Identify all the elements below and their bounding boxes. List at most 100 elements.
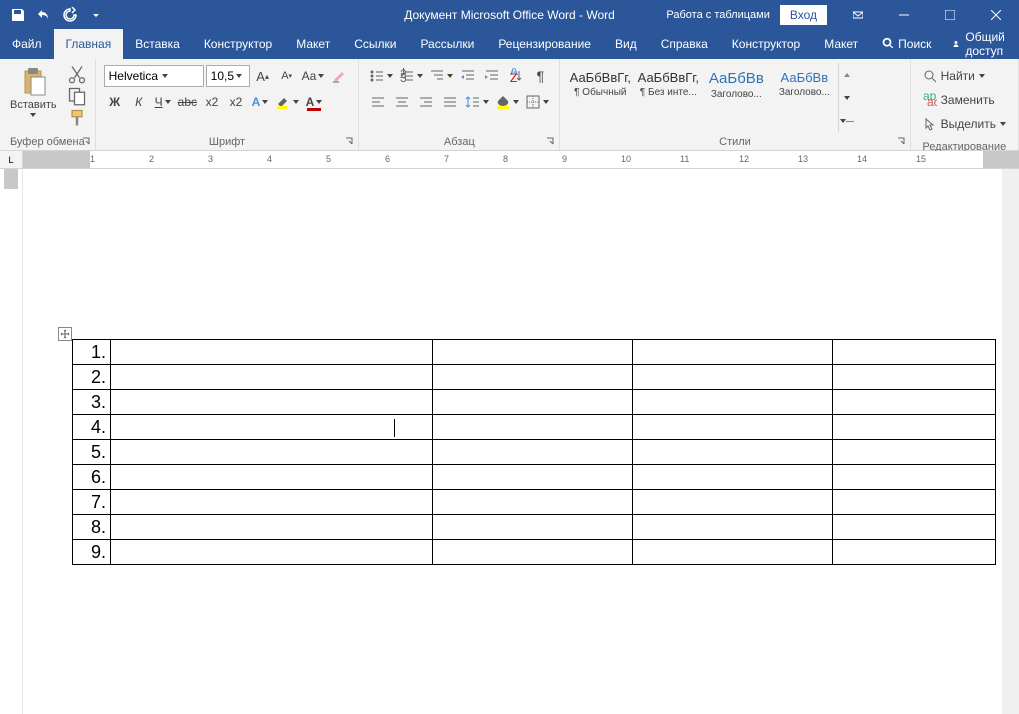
tell-me-search[interactable]: Поиск <box>870 29 941 59</box>
table-cell[interactable] <box>111 465 433 490</box>
ribbon-display-button[interactable] <box>835 0 881 29</box>
table-cell[interactable] <box>833 515 996 540</box>
vertical-ruler[interactable] <box>0 169 23 714</box>
table-move-handle[interactable] <box>58 327 72 341</box>
grow-font-button[interactable]: A▴ <box>252 65 274 87</box>
table-cell[interactable] <box>433 365 633 390</box>
shrink-font-button[interactable]: A▾ <box>276 65 298 87</box>
font-name-combo[interactable]: Helvetica <box>104 65 204 87</box>
text-effects-button[interactable]: A <box>249 91 271 113</box>
styles-expand[interactable] <box>839 109 854 132</box>
table-cell[interactable] <box>833 415 996 440</box>
table-cell[interactable] <box>111 440 433 465</box>
table-cell[interactable] <box>433 515 633 540</box>
table-cell[interactable] <box>833 440 996 465</box>
close-button[interactable] <box>973 0 1019 29</box>
document-table[interactable]: 1.2.3.4.5.6.7.8.9. <box>72 339 996 565</box>
superscript-button[interactable]: x2 <box>225 91 247 113</box>
table-cell[interactable] <box>433 540 633 565</box>
table-row[interactable]: 8. <box>73 515 996 540</box>
redo-button[interactable] <box>58 3 82 27</box>
table-cell[interactable] <box>833 340 996 365</box>
italic-button[interactable]: К <box>128 91 150 113</box>
table-cell[interactable] <box>111 515 433 540</box>
align-left-button[interactable] <box>367 91 389 113</box>
find-button[interactable]: Найти <box>919 65 1010 87</box>
tab-table-design[interactable]: Конструктор <box>720 29 812 59</box>
align-center-button[interactable] <box>391 91 413 113</box>
clear-formatting-button[interactable] <box>328 65 350 87</box>
table-cell[interactable] <box>111 540 433 565</box>
tab-home[interactable]: Главная <box>54 29 124 59</box>
table-cell[interactable] <box>833 465 996 490</box>
decrease-indent-button[interactable] <box>457 65 479 87</box>
table-cell[interactable]: 4. <box>73 415 111 440</box>
table-cell[interactable] <box>633 540 833 565</box>
underline-button[interactable]: Ч <box>152 91 174 113</box>
tab-help[interactable]: Справка <box>649 29 720 59</box>
tab-mailings[interactable]: Рассылки <box>408 29 486 59</box>
maximize-button[interactable] <box>927 0 973 29</box>
table-cell[interactable] <box>833 390 996 415</box>
table-cell[interactable] <box>633 440 833 465</box>
tab-view[interactable]: Вид <box>603 29 649 59</box>
table-cell[interactable] <box>433 390 633 415</box>
table-cell[interactable]: 2. <box>73 365 111 390</box>
table-cell[interactable]: 3. <box>73 390 111 415</box>
copy-button[interactable] <box>67 87 87 105</box>
table-cell[interactable] <box>633 415 833 440</box>
table-cell[interactable] <box>633 340 833 365</box>
sort-button[interactable]: AZ <box>505 65 527 87</box>
style-normal[interactable]: АаБбВвГг,¶ Обычный <box>566 63 634 132</box>
table-cell[interactable] <box>111 390 433 415</box>
tab-references[interactable]: Ссылки <box>342 29 408 59</box>
table-cell[interactable] <box>111 490 433 515</box>
vertical-scrollbar[interactable] <box>1002 169 1019 714</box>
table-cell[interactable]: 9. <box>73 540 111 565</box>
justify-button[interactable] <box>439 91 461 113</box>
login-button[interactable]: Вход <box>780 5 827 25</box>
table-row[interactable]: 9. <box>73 540 996 565</box>
table-cell[interactable]: 6. <box>73 465 111 490</box>
table-cell[interactable] <box>633 515 833 540</box>
table-cell[interactable] <box>433 415 633 440</box>
change-case-button[interactable]: Aa <box>300 65 327 87</box>
format-painter-button[interactable] <box>67 109 87 127</box>
tab-layout[interactable]: Макет <box>284 29 342 59</box>
table-cell[interactable] <box>633 465 833 490</box>
replace-button[interactable]: abacЗаменить <box>919 89 1010 111</box>
shading-button[interactable] <box>493 91 521 113</box>
table-row[interactable]: 3. <box>73 390 996 415</box>
font-launcher[interactable] <box>342 134 356 148</box>
style-no-spacing[interactable]: АаБбВвГг,¶ Без инте... <box>634 63 702 132</box>
tab-table-layout[interactable]: Макет <box>812 29 870 59</box>
tab-insert[interactable]: Вставка <box>123 29 192 59</box>
table-cell[interactable] <box>433 440 633 465</box>
page-area[interactable]: 1.2.3.4.5.6.7.8.9. <box>23 169 1019 714</box>
paste-button[interactable]: Вставить <box>4 61 63 121</box>
font-color-button[interactable]: A <box>303 91 325 113</box>
increase-indent-button[interactable] <box>481 65 503 87</box>
table-cell[interactable]: 1. <box>73 340 111 365</box>
cut-button[interactable] <box>67 65 87 83</box>
font-size-combo[interactable]: 10,5 <box>206 65 250 87</box>
table-cell[interactable] <box>111 365 433 390</box>
tab-selector[interactable]: L <box>0 151 23 168</box>
minimize-button[interactable] <box>881 0 927 29</box>
table-row[interactable]: 7. <box>73 490 996 515</box>
horizontal-ruler[interactable]: L 123456789101112131415 <box>0 151 1019 169</box>
styles-launcher[interactable] <box>894 134 908 148</box>
styles-scroll-up[interactable] <box>839 63 854 86</box>
table-row[interactable]: 1. <box>73 340 996 365</box>
styles-scroll-down[interactable] <box>839 86 854 109</box>
table-cell[interactable] <box>633 365 833 390</box>
table-row[interactable]: 2. <box>73 365 996 390</box>
borders-button[interactable] <box>523 91 551 113</box>
select-button[interactable]: Выделить <box>919 113 1010 135</box>
table-cell[interactable]: 7. <box>73 490 111 515</box>
table-cell[interactable] <box>433 490 633 515</box>
numbering-button[interactable]: 123 <box>397 65 425 87</box>
multilevel-list-button[interactable] <box>427 65 455 87</box>
line-spacing-button[interactable] <box>463 91 491 113</box>
share-button[interactable]: Общий доступ <box>941 29 1019 59</box>
